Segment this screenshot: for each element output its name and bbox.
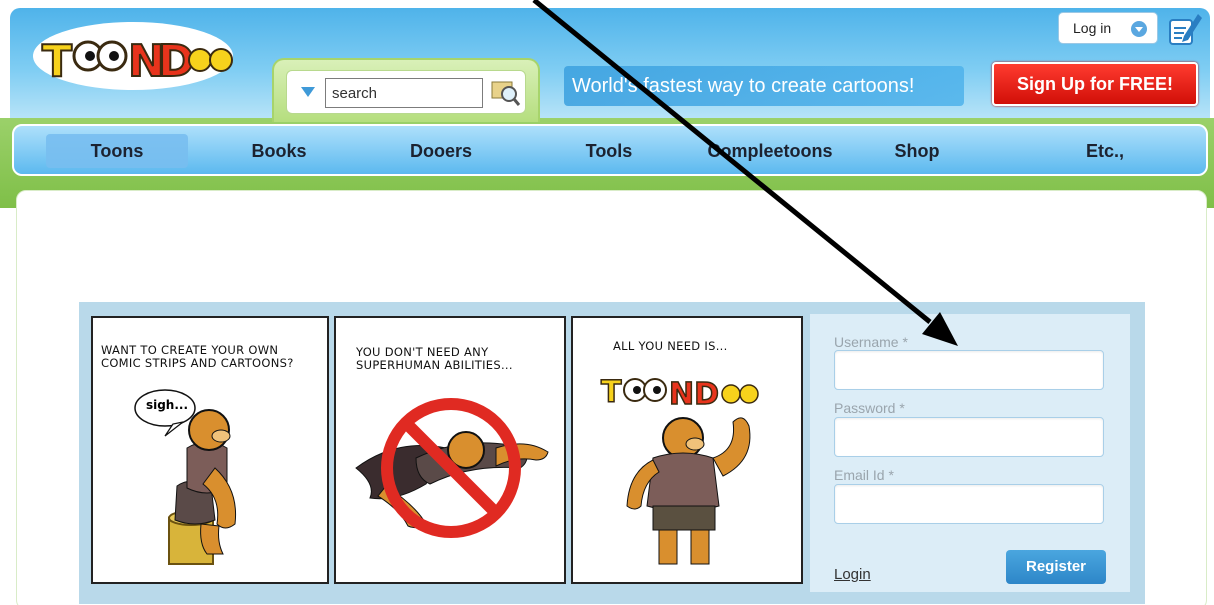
svg-text:ND: ND (669, 377, 719, 412)
chevron-down-icon (1131, 21, 1147, 37)
tagline: World's fastest way to create cartoons! (564, 66, 964, 106)
nav-item-compleetoons[interactable]: Compleetoons (690, 134, 850, 168)
search-input[interactable] (325, 78, 483, 108)
nav-item-books[interactable]: Books (224, 134, 334, 168)
sigh-bubble-text: sigh... (145, 398, 189, 412)
search-field-wrapper (286, 70, 526, 114)
login-label: Log in (1073, 20, 1112, 36)
nav-item-etc[interactable]: Etc., (1050, 134, 1160, 168)
edit-pencil-icon[interactable] (1168, 10, 1202, 46)
email-label: Email Id * (834, 467, 894, 483)
registration-form: Username * Password * Email Id * Login R… (810, 314, 1130, 592)
signup-button[interactable]: Sign Up for FREE! (992, 62, 1198, 106)
nav-item-shop[interactable]: Shop (862, 134, 972, 168)
register-button[interactable]: Register (1006, 550, 1106, 584)
svg-text:T: T (42, 36, 72, 87)
login-dropdown[interactable]: Log in (1058, 12, 1158, 44)
svg-text:T: T (601, 375, 622, 410)
username-field[interactable] (834, 350, 1104, 390)
comic-panel-3: ALL YOU NEED IS... T ND (571, 316, 803, 584)
search-container (272, 58, 540, 122)
no-superhero-illustration (355, 398, 549, 538)
nav-item-tools[interactable]: Tools (554, 134, 664, 168)
email-field[interactable] (834, 484, 1104, 524)
password-label: Password * (834, 400, 905, 416)
search-filter-dropdown-icon[interactable] (301, 87, 315, 97)
search-icon[interactable] (491, 79, 521, 107)
nav-item-dooers[interactable]: Dooers (386, 134, 496, 168)
strong-bear-illustration: T ND (600, 374, 759, 565)
login-link[interactable]: Login (834, 566, 871, 583)
comic-panel-1: WANT TO CREATE YOUR OWN COMIC STRIPS AND… (91, 316, 329, 584)
comic-panel-2: YOU DON'T NEED ANY SUPERHUMAN ABILITIES.… (334, 316, 566, 584)
username-label: Username * (834, 334, 908, 350)
toondoo-logo[interactable]: T N D (28, 14, 238, 94)
sighing-bear-illustration (134, 389, 237, 565)
main-nav: Toons Books Dooers Tools Compleetoons Sh… (12, 124, 1208, 176)
password-field[interactable] (834, 417, 1104, 457)
nav-item-toons[interactable]: Toons (46, 134, 188, 168)
